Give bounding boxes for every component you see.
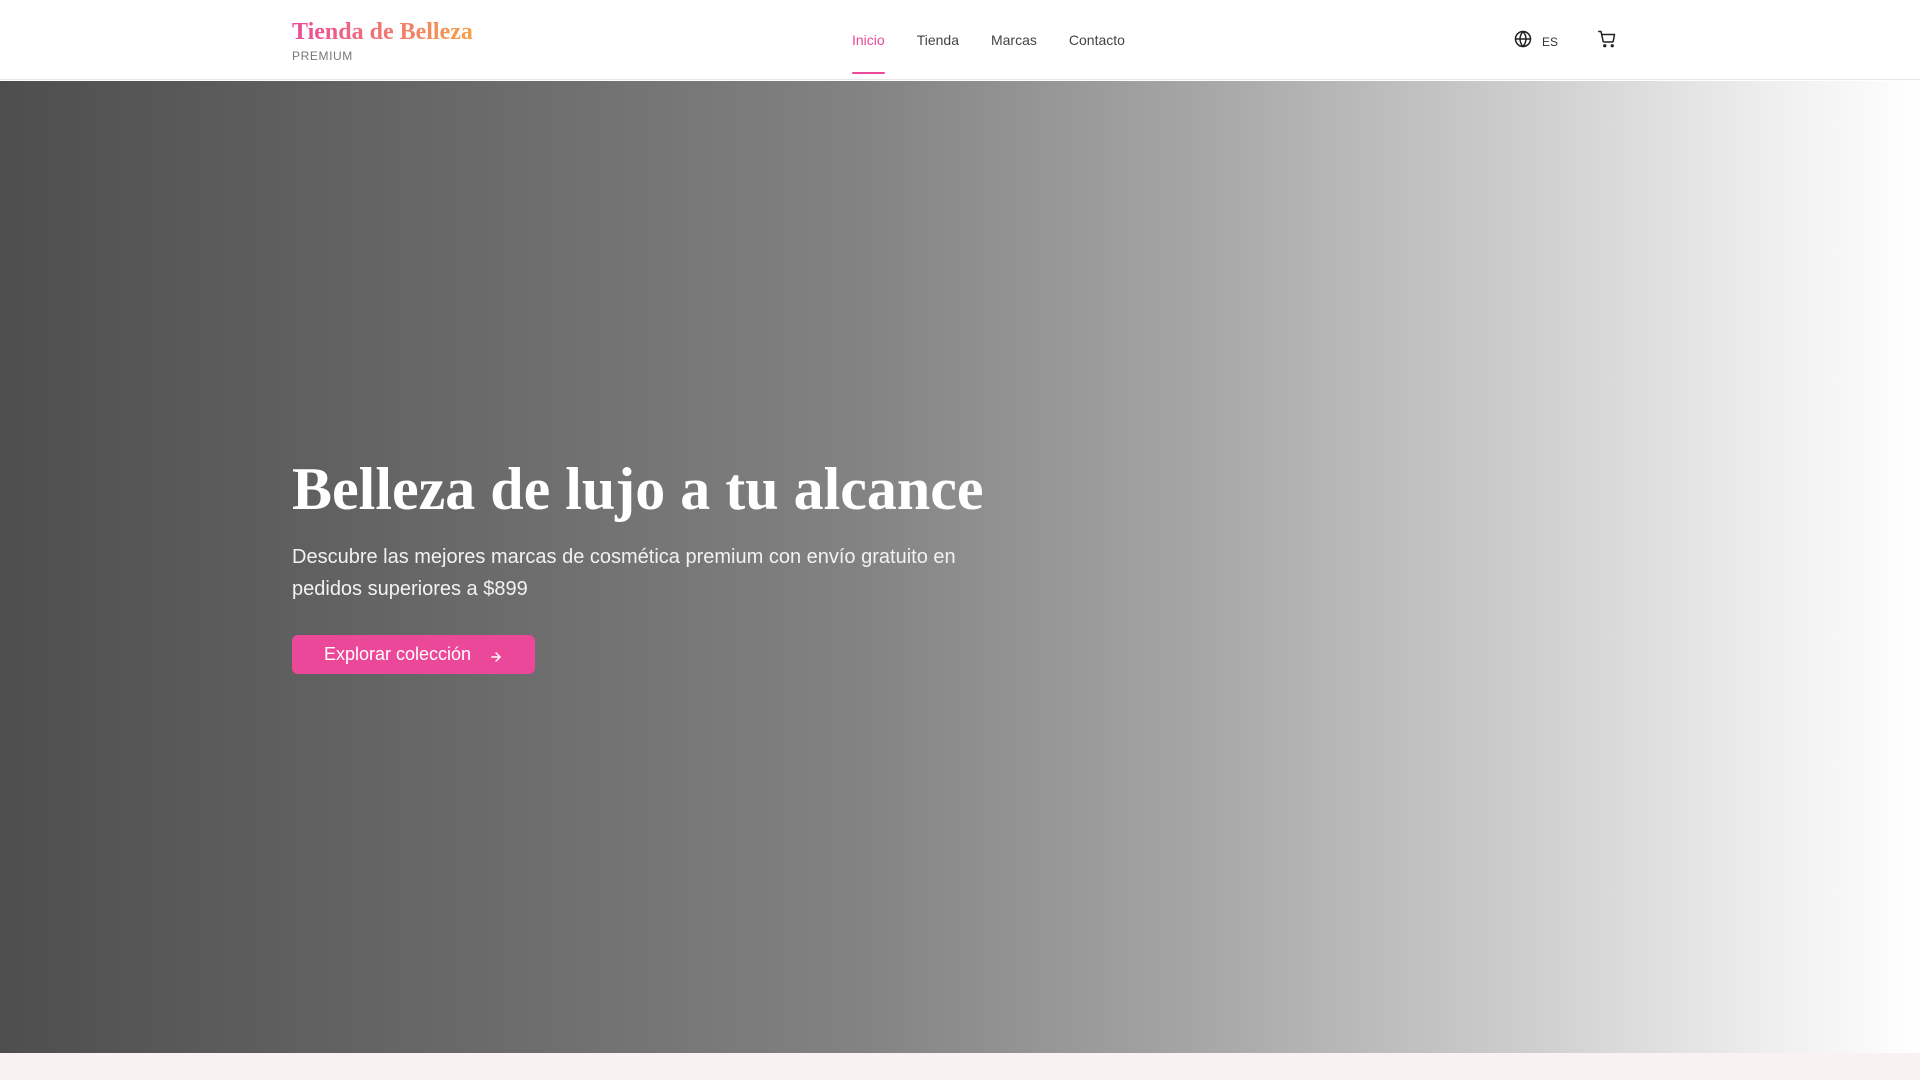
hero-subtitle: Descubre las mejores marcas de cosmética… bbox=[292, 546, 956, 600]
globe-icon bbox=[1514, 30, 1532, 53]
hero-banner: Belleza de lujo a tu alcance Descubre la… bbox=[0, 81, 1920, 1053]
nav-item-marcas[interactable]: Marcas bbox=[991, 0, 1037, 80]
hero-title: Belleza de lujo a tu alcance bbox=[292, 456, 984, 522]
brand-logo[interactable]: Tienda de Belleza PREMIUM bbox=[292, 18, 473, 63]
next-section-edge bbox=[0, 1053, 1920, 1080]
arrow-right-icon bbox=[489, 648, 503, 662]
nav-item-contacto[interactable]: Contacto bbox=[1069, 0, 1125, 80]
nav-item-inicio[interactable]: Inicio bbox=[852, 0, 885, 80]
cta-label: Explorar colección bbox=[324, 644, 472, 664]
brand-subtitle: PREMIUM bbox=[292, 49, 353, 63]
cart-button[interactable] bbox=[1598, 30, 1618, 50]
site-header: Tienda de Belleza PREMIUM Inicio Tienda … bbox=[0, 0, 1920, 80]
main-nav: Inicio Tienda Marcas Contacto bbox=[852, 0, 1125, 80]
nav-item-tienda[interactable]: Tienda bbox=[917, 0, 959, 80]
hero-content: Belleza de lujo a tu alcance Descubre la… bbox=[292, 453, 1012, 674]
brand-title: Tienda de Belleza bbox=[292, 19, 473, 45]
language-selector[interactable]: ES bbox=[1514, 30, 1558, 53]
language-label: ES bbox=[1542, 34, 1559, 49]
cart-icon bbox=[1598, 30, 1616, 52]
explore-collection-button[interactable]: Explorar colección bbox=[292, 635, 536, 674]
